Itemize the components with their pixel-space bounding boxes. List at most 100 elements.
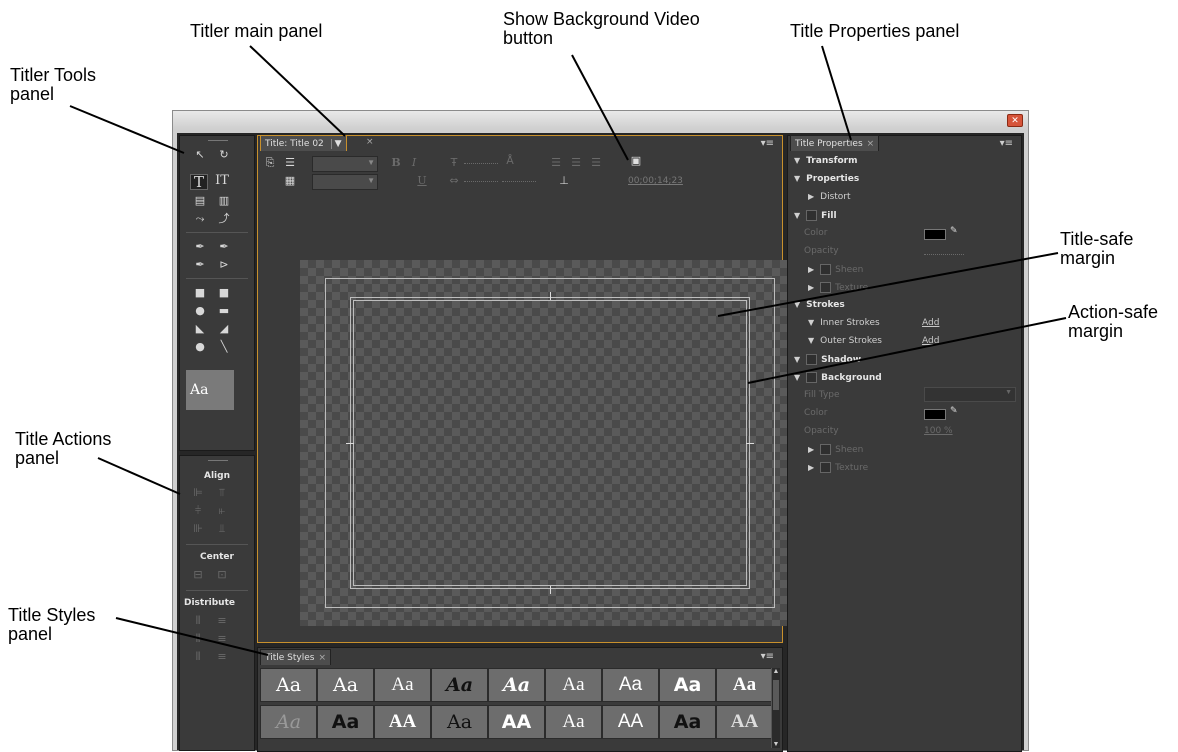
title-style-swatch[interactable]: Aa (317, 668, 374, 702)
fill-section[interactable]: ▼ Fill (794, 210, 837, 221)
sheen-checkbox[interactable] (820, 264, 832, 275)
align-horizontal-center-icon[interactable]: ⫩ (190, 504, 206, 518)
arc-tool-icon[interactable]: ◢ (216, 322, 232, 336)
path-type-tool-icon[interactable]: ⤳ (192, 212, 208, 226)
kerning-value[interactable] (502, 181, 536, 182)
new-title-icon[interactable]: ⎘ (262, 156, 278, 170)
background-sheen-row[interactable]: ▶ Sheen (808, 444, 863, 455)
background-texture-checkbox[interactable] (820, 462, 832, 473)
fill-type-select[interactable]: ▼ (924, 387, 1016, 402)
background-eyedropper-icon[interactable]: ✎ (950, 406, 958, 416)
align-left-icon[interactable]: ⊫ (190, 486, 206, 500)
title-style-swatch[interactable]: AA (716, 705, 773, 739)
texture-row[interactable]: ▶ Texture (808, 282, 868, 293)
align-right-icon[interactable]: ⊪ (190, 522, 206, 536)
distribute-right-icon[interactable]: ⫴ (190, 650, 206, 664)
title-style-swatch[interactable]: Aa (431, 705, 488, 739)
kerning-icon[interactable]: Å (502, 154, 518, 168)
tab-title-styles[interactable]: Title Styles × (260, 649, 331, 665)
title-style-swatch[interactable]: AA (374, 705, 431, 739)
rounded-corner-rectangle-icon[interactable]: ● (192, 304, 208, 318)
rectangle-tool-icon[interactable]: ■ (192, 286, 208, 300)
add-anchor-point-icon[interactable]: ✒ (192, 258, 208, 272)
scroll-thumb[interactable] (773, 680, 779, 710)
font-style-select[interactable]: ▼ (312, 174, 378, 190)
center-vertical-icon[interactable]: ⊡ (214, 568, 230, 582)
shadow-checkbox[interactable] (806, 354, 818, 365)
title-style-swatch[interactable]: Aa (260, 705, 317, 739)
properties-panel-menu-icon[interactable]: ▾≡ (1000, 138, 1013, 149)
convert-anchor-point-icon[interactable]: ⊳ (216, 258, 232, 272)
clipped-corner-rectangle-icon[interactable]: ■ (216, 286, 232, 300)
templates-icon[interactable]: ▦ (282, 174, 298, 188)
type-tool-icon[interactable]: T (190, 174, 208, 190)
title-style-swatch[interactable]: Aa (545, 705, 602, 739)
styles-scrollbar[interactable]: ▲ ▼ (771, 668, 780, 748)
title-style-swatch[interactable]: Aa (602, 668, 659, 702)
properties-section[interactable]: ▼ Properties (794, 174, 859, 184)
tab-dropdown-icon[interactable]: ▼ (330, 139, 342, 149)
font-size-icon[interactable]: Ŧ (446, 156, 462, 170)
bold-button[interactable]: B (388, 156, 404, 170)
title-style-swatch[interactable]: Aa (488, 668, 545, 702)
distort-row[interactable]: ▶ Distort (808, 192, 851, 202)
show-background-video-button[interactable]: ▣ (628, 154, 644, 168)
add-outer-stroke-link[interactable]: Add (922, 336, 939, 346)
title-style-swatch[interactable]: AA (488, 705, 545, 739)
scroll-up-icon[interactable]: ▲ (772, 668, 780, 675)
center-horizontal-icon[interactable]: ⊟ (190, 568, 206, 582)
tab-title-02[interactable]: Title: Title 02 ▼ (260, 135, 347, 151)
tab-close-icon[interactable]: × (366, 137, 374, 147)
vertical-path-type-tool-icon[interactable]: ⤴ (216, 212, 232, 226)
window-close-icon[interactable]: ✕ (1007, 114, 1023, 127)
fill-checkbox[interactable] (806, 210, 818, 221)
font-size-value[interactable] (464, 163, 498, 164)
rounded-rectangle-tool-icon[interactable]: ▬ (216, 304, 232, 318)
fill-color-swatch[interactable] (924, 229, 946, 240)
title-style-swatch[interactable]: Aa (545, 668, 602, 702)
title-properties-close-icon[interactable]: × (867, 139, 875, 149)
title-style-swatch[interactable]: Aa (716, 668, 773, 702)
transform-section[interactable]: ▼ Transform (794, 156, 858, 166)
background-texture-row[interactable]: ▶ Texture (808, 462, 868, 473)
background-opacity-value[interactable]: 100 % (924, 426, 953, 436)
pen-tool-icon[interactable]: ✒ (192, 240, 208, 254)
delete-anchor-point-icon[interactable]: ✒ (216, 240, 232, 254)
fill-opacity-value[interactable] (924, 254, 964, 255)
align-vertical-center-icon[interactable]: ⫦ (214, 504, 230, 518)
distribute-top-icon[interactable]: ≡ (214, 614, 230, 628)
underline-button[interactable]: U (414, 174, 430, 188)
styles-panel-menu-icon[interactable]: ▾≡ (761, 651, 774, 662)
scroll-down-icon[interactable]: ▼ (772, 741, 780, 748)
sheen-row[interactable]: ▶ Sheen (808, 264, 863, 275)
leading-icon[interactable]: ⇔ (446, 174, 462, 188)
area-type-tool-icon[interactable]: ▤ (192, 194, 208, 208)
title-style-swatch[interactable]: Aa (374, 668, 431, 702)
title-style-swatch[interactable]: Aa (431, 668, 488, 702)
tab-stops-icon[interactable]: ⊥ (556, 174, 572, 188)
vertical-area-type-tool-icon[interactable]: ▥ (216, 194, 232, 208)
center-text-icon[interactable]: ☰ (568, 156, 584, 170)
line-tool-icon[interactable]: ╲ (216, 340, 232, 354)
distribute-center-icon[interactable]: ⫴ (190, 632, 206, 646)
background-section[interactable]: ▼ Background (794, 372, 882, 383)
vertical-type-tool-icon[interactable]: IT (214, 174, 230, 188)
title-style-swatch[interactable]: Aa (317, 705, 374, 739)
align-bottom-icon[interactable]: ⫫ (214, 522, 230, 536)
selection-tool-icon[interactable]: ↖ (192, 148, 208, 162)
background-color-swatch[interactable] (924, 409, 946, 420)
wedge-tool-icon[interactable]: ◣ (192, 322, 208, 336)
distribute-bottom-icon[interactable]: ≡ (214, 650, 230, 664)
leading-value[interactable] (464, 181, 498, 182)
font-family-select[interactable]: ▼ (312, 156, 378, 172)
inner-strokes-row[interactable]: ▼ Inner Strokes (808, 318, 880, 328)
title-style-swatch[interactable]: AA (602, 705, 659, 739)
title-style-swatch[interactable]: Aa (659, 668, 716, 702)
outer-strokes-row[interactable]: ▼ Outer Strokes (808, 336, 882, 346)
title-style-swatch[interactable]: Aa (659, 705, 716, 739)
ellipse-tool-icon[interactable]: ● (192, 340, 208, 354)
distribute-middle-icon[interactable]: ≡ (214, 632, 230, 646)
align-top-icon[interactable]: ⫪ (214, 486, 230, 500)
align-left-text-icon[interactable]: ☰ (548, 156, 564, 170)
roll-crawl-options-icon[interactable]: ☰ (282, 156, 298, 170)
